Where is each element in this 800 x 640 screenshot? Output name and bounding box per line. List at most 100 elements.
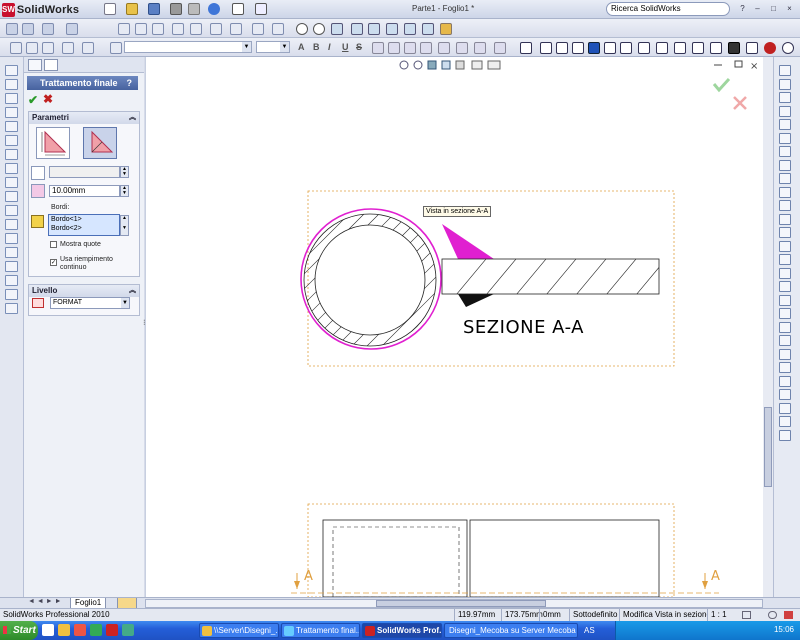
distance-spinner[interactable]: ▲ ▼: [120, 185, 129, 197]
toolbar-icon[interactable]: [62, 42, 74, 54]
toolbar-icon[interactable]: [190, 23, 202, 35]
vertical-scrollbar[interactable]: [763, 57, 773, 597]
sketch-tool-icon[interactable]: [779, 132, 791, 144]
left-strip-tool-icon[interactable]: [5, 163, 18, 174]
quicklaunch-icon[interactable]: [90, 624, 102, 636]
left-strip-tool-icon[interactable]: [5, 303, 18, 314]
left-strip-tool-icon[interactable]: [5, 65, 18, 76]
quicklaunch-solidworks-icon[interactable]: [106, 624, 118, 636]
sketch-tool-icon[interactable]: [779, 254, 791, 265]
align-right-icon[interactable]: [404, 42, 416, 54]
toolbar-icon[interactable]: [252, 23, 264, 35]
quicklaunch-icon[interactable]: [122, 624, 134, 636]
sketch-tool-icon[interactable]: [779, 389, 791, 400]
left-strip-tool-icon[interactable]: [5, 177, 18, 188]
left-strip-tool-icon[interactable]: [5, 93, 18, 104]
restore-button[interactable]: □: [768, 3, 779, 14]
chamfer-edge-bottom[interactable]: [458, 294, 494, 307]
area-hatch-icon[interactable]: [728, 42, 740, 54]
bold-button[interactable]: B: [313, 42, 320, 52]
sketch-tool-icon[interactable]: [779, 321, 791, 333]
toolbar-icon[interactable]: [172, 23, 184, 35]
toolbar-icon[interactable]: [110, 42, 122, 54]
center-mark-icon[interactable]: [764, 42, 776, 54]
strikethrough-button[interactable]: S: [356, 42, 362, 52]
undo-icon[interactable]: [208, 3, 220, 15]
format-painter-icon[interactable]: [572, 42, 584, 54]
view-icon[interactable]: [386, 23, 398, 35]
window-restore-icon[interactable]: [734, 60, 743, 68]
toolbar-icon[interactable]: [494, 42, 506, 54]
sketch-tool-icon[interactable]: [779, 281, 791, 292]
confirm-corner-close-icon[interactable]: [733, 96, 747, 110]
angle-field[interactable]: [49, 166, 120, 178]
open-folder-icon[interactable]: [126, 3, 138, 15]
selected-edge-highlight[interactable]: [300, 208, 442, 350]
rebuild-status-icon[interactable]: [742, 611, 751, 619]
toolbar-icon[interactable]: [474, 42, 486, 54]
sketch-tool-icon[interactable]: [779, 240, 791, 252]
solidworks-logo[interactable]: SW SolidWorks: [2, 2, 79, 17]
select-icon[interactable]: [232, 3, 244, 15]
left-strip-tool-icon[interactable]: [5, 149, 18, 160]
datum-target-icon[interactable]: [710, 42, 722, 54]
chamfer-edge-top[interactable]: [442, 224, 494, 259]
help-button[interactable]: ?: [737, 3, 748, 14]
sketch-tool-icon[interactable]: [779, 213, 791, 225]
section-arrow-label-left[interactable]: A: [304, 569, 313, 584]
mostra-quote-checkbox[interactable]: [50, 241, 57, 248]
balloon-icon[interactable]: [604, 42, 616, 54]
appearance-icon[interactable]: [440, 23, 452, 35]
toolbar-icon[interactable]: [135, 23, 147, 35]
sketch-tool-icon[interactable]: [779, 375, 791, 387]
zoom-fit-icon[interactable]: [296, 23, 308, 35]
sketch-tool-icon[interactable]: [779, 227, 791, 238]
toolbar-icon[interactable]: [438, 42, 450, 54]
layer-select[interactable]: FORMAT ▼: [50, 297, 130, 309]
datum-icon[interactable]: [692, 42, 704, 54]
view-icon[interactable]: [422, 23, 434, 35]
window-close-icon[interactable]: ×: [750, 61, 758, 72]
scroll-thumb[interactable]: [764, 407, 772, 487]
section-arrow-label-right[interactable]: A: [711, 569, 720, 584]
tolerance-icon[interactable]: [674, 42, 686, 54]
view-icon[interactable]: [404, 23, 416, 35]
sketch-tool-icon[interactable]: [779, 416, 791, 427]
section-arrow-right[interactable]: [702, 573, 708, 589]
centerline-icon[interactable]: [782, 42, 794, 54]
format-a-button[interactable]: A: [298, 42, 305, 52]
sketch-tool-icon[interactable]: [779, 173, 791, 184]
edges-list-scrollbar[interactable]: ▲ ▼: [120, 215, 129, 236]
edge-item[interactable]: Bordo<2>: [49, 224, 119, 233]
quicklaunch-folder-icon[interactable]: [58, 624, 70, 636]
task-button[interactable]: SolidWorks Prof...: [362, 623, 442, 638]
minimize-button[interactable]: –: [752, 3, 763, 14]
sketch-tool-icon[interactable]: [779, 186, 791, 198]
sketch-tool-icon[interactable]: [779, 105, 791, 117]
toolbar-icon[interactable]: [6, 23, 18, 35]
sketch-tool-icon[interactable]: [779, 402, 791, 414]
toolbar-icon[interactable]: [456, 42, 468, 54]
livello-header[interactable]: Livello ︽: [29, 285, 139, 297]
parametri-header[interactable]: Parametri ︽: [29, 112, 139, 124]
model-items-icon[interactable]: [540, 42, 552, 54]
sheet-nav-arrows[interactable]: ◄ ◄ ► ►: [28, 598, 62, 605]
toolbar-icon[interactable]: [26, 42, 38, 54]
view-orientation-icon[interactable]: [331, 23, 343, 35]
confirm-corner-check-icon[interactable]: [712, 77, 731, 93]
horizontal-scrollbar[interactable]: [145, 599, 763, 608]
search-input[interactable]: Ricerca SolidWorks: [606, 2, 730, 16]
left-strip-tool-icon[interactable]: [5, 121, 18, 132]
sketch-tool-icon[interactable]: [779, 200, 791, 211]
task-button[interactable]: \\Server\Disegni_...: [199, 623, 279, 638]
spell-check-icon[interactable]: [556, 42, 568, 54]
h-scroll-thumb[interactable]: [376, 600, 546, 607]
left-strip-tool-icon[interactable]: [5, 107, 18, 118]
toolbar-icon[interactable]: [66, 23, 78, 35]
left-strip-tool-icon[interactable]: [5, 261, 18, 272]
help-icon[interactable]: ?: [127, 76, 133, 90]
sketch-tool-icon[interactable]: [779, 348, 791, 360]
align-left-icon[interactable]: [372, 42, 384, 54]
chamfer-angle-option-icon[interactable]: [83, 127, 117, 159]
select-arrow-icon[interactable]: [42, 23, 54, 35]
